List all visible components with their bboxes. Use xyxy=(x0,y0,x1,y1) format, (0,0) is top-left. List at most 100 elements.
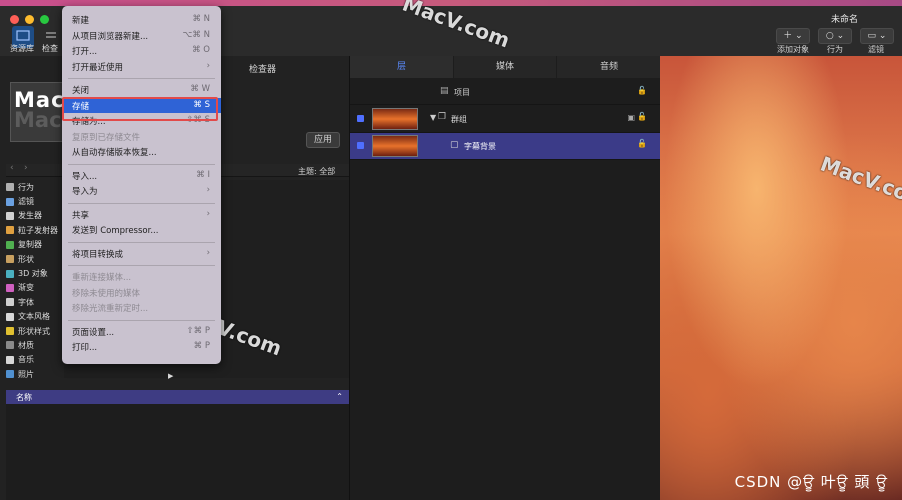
category-icon xyxy=(6,298,14,307)
menu-separator xyxy=(68,78,215,79)
library-category-item[interactable]: 滤镜 xyxy=(6,194,64,208)
library-category-item[interactable]: 照片 xyxy=(6,367,64,381)
menu-item-shortcut: ⌘ I xyxy=(196,169,210,180)
menu-item[interactable]: 打开最近使用 › xyxy=(62,59,221,74)
minimize-window-button[interactable] xyxy=(25,15,34,24)
menu-item[interactable]: 导入... ⌘ I xyxy=(62,168,221,183)
library-category-item[interactable]: 字体 xyxy=(6,295,64,309)
menu-item[interactable]: 页面设置... ⇧⌘ P xyxy=(62,324,221,339)
apply-button[interactable]: 应用 xyxy=(306,132,340,148)
menu-item-label: 打印... xyxy=(72,343,98,353)
library-category-item[interactable]: 发生器 xyxy=(6,209,64,223)
menu-item-shortcut: ⌘ W xyxy=(190,84,210,94)
category-icon xyxy=(6,355,14,364)
menu-item-shortcut: › xyxy=(206,208,210,219)
menu-item[interactable]: 重新连接媒体... xyxy=(62,269,221,284)
library-category-item[interactable]: 复制器 xyxy=(6,238,64,252)
back-icon[interactable]: ‹ xyxy=(10,163,14,173)
menu-item-shortcut: ⇧⌘ P xyxy=(186,325,210,336)
group-options-icon[interactable]: ▣ xyxy=(627,113,635,122)
library-category-item[interactable]: 音乐 xyxy=(6,353,64,367)
name-column-header[interactable]: 名称 ⌃ xyxy=(6,390,349,404)
layer-label: 字幕背景 xyxy=(464,142,496,151)
menu-item[interactable]: 新建 ⌘ N xyxy=(62,12,221,27)
menu-item[interactable]: 发送到 Compressor... xyxy=(62,222,221,237)
menu-item[interactable]: 打印... ⌘ P xyxy=(62,339,221,354)
library-category-list: 行为 滤镜发生器粒子发射器 复制器形状 3D 对象渐变字体文本风格形状样式材质音乐照片 xyxy=(6,180,64,381)
category-label: 形状 xyxy=(18,254,34,264)
theme-filter[interactable]: 主题: 全部 xyxy=(298,166,335,177)
category-label: 发生器 xyxy=(18,211,42,221)
tab-inspector[interactable]: 检查器 xyxy=(249,62,276,75)
behavior-button[interactable]: ○ ⌄ xyxy=(818,28,852,44)
project-row[interactable]: ▤ 项目 🔓 xyxy=(350,80,661,105)
library-category-item[interactable]: 材质 xyxy=(6,338,64,352)
category-icon xyxy=(6,327,14,336)
library-category-item[interactable]: 形状 xyxy=(6,252,64,266)
menu-item[interactable]: 共享 › xyxy=(62,207,221,222)
category-icon xyxy=(6,240,14,249)
file-menu: 新建 ⌘ N 从项目浏览器新建... ⌥⌘ N 打开... ⌘ O 打开最近使用 › 关闭 ⌘ W… xyxy=(62,6,221,364)
credit-watermark: CSDN @ਊ 叶ਊ 頭 ਊ xyxy=(734,473,888,491)
lock-icon[interactable]: 🔓 xyxy=(637,139,647,148)
name-list xyxy=(6,404,349,500)
group-row[interactable]: ▼ ❐ 群组 ▣ 🔓 xyxy=(350,106,661,133)
layer-row-selected[interactable]: ▢ 字幕背景 🔓 xyxy=(350,133,661,160)
canvas-viewer[interactable]: CSDN @ਊ 叶ਊ 頭 ਊ xyxy=(660,56,902,500)
menu-item[interactable]: 导入为 › xyxy=(62,183,221,198)
text-layer-icon: ▢ xyxy=(450,140,459,150)
menu-item[interactable]: 移除光流重新定时... xyxy=(62,300,221,315)
filter-button[interactable]: ▭ ⌄ xyxy=(860,28,894,44)
menu-item-shortcut: › xyxy=(206,247,210,258)
library-category-item[interactable]: 行为 xyxy=(6,180,64,194)
menu-item[interactable]: 打开... ⌘ O xyxy=(62,43,221,58)
library-category-item[interactable]: 渐变 xyxy=(6,281,64,295)
save-highlight-outline xyxy=(62,97,218,121)
menu-item[interactable]: 移除未使用的媒体 xyxy=(62,285,221,300)
lock-icon[interactable]: 🔓 xyxy=(637,112,647,121)
menu-item[interactable]: 将项目转换成 › xyxy=(62,246,221,261)
menu-item[interactable]: 复原到已存储文件 xyxy=(62,129,221,144)
menu-item-label: 复原到已存储文件 xyxy=(72,132,141,143)
menu-item-shortcut: ⌘ N xyxy=(192,14,210,24)
category-label: 形状样式 xyxy=(18,326,50,336)
tab-audio[interactable]: 音频 xyxy=(557,56,661,78)
close-window-button[interactable] xyxy=(10,15,19,24)
library-category-item[interactable]: 形状样式 xyxy=(6,324,64,338)
menu-item-shortcut: ⌥⌘ N xyxy=(182,29,210,40)
disclosure-triangle-icon[interactable]: ▼ xyxy=(430,113,436,122)
group-icon: ❐ xyxy=(438,112,447,122)
category-label: 渐变 xyxy=(18,283,34,293)
category-label: 音乐 xyxy=(18,355,34,365)
category-icon xyxy=(6,183,14,192)
layer-visibility-checkbox[interactable] xyxy=(357,142,364,149)
tab-media[interactable]: 媒体 xyxy=(454,56,556,78)
category-label: 3D 对象 xyxy=(18,269,48,279)
menu-item-label: 关闭 xyxy=(72,86,90,96)
lock-icon[interactable]: 🔓 xyxy=(637,86,647,95)
category-icon xyxy=(6,211,14,220)
menu-item-label: 移除未使用的媒体 xyxy=(72,288,141,299)
menu-item-shortcut: › xyxy=(206,60,210,71)
forward-icon[interactable]: › xyxy=(24,163,28,173)
category-label: 文本风格 xyxy=(18,312,50,322)
library-category-item[interactable]: 粒子发射器 xyxy=(6,223,64,237)
library-category-item[interactable]: 文本风格 xyxy=(6,310,64,324)
play-icon[interactable]: ▶ xyxy=(168,372,173,380)
library-category-item[interactable]: 3D 对象 xyxy=(6,266,64,280)
layers-panel: 层 媒体 音频 ▤ 项目 🔓 ▼ ❐ 群组 ▣ 🔓 ▢ 字幕背景 🔓 xyxy=(349,56,661,500)
zoom-window-button[interactable] xyxy=(40,15,49,24)
menu-item-label: 发送到 Compressor... xyxy=(72,226,159,236)
category-icon xyxy=(6,197,14,206)
menu-item-label: 从自动存储版本恢复... xyxy=(72,148,157,158)
group-visibility-checkbox[interactable] xyxy=(357,115,364,122)
category-icon xyxy=(6,226,14,235)
menu-item[interactable]: 从项目浏览器新建... ⌥⌘ N xyxy=(62,28,221,43)
add-object-button[interactable]: ＋ ⌄ xyxy=(776,28,810,44)
menu-item-label: 导入... xyxy=(72,171,98,182)
menu-item-label: 从项目浏览器新建... xyxy=(72,31,149,42)
category-label: 材质 xyxy=(18,340,34,350)
menu-item[interactable]: 关闭 ⌘ W xyxy=(62,82,221,97)
menu-item[interactable]: 从自动存储版本恢复... xyxy=(62,144,221,159)
tab-layers[interactable]: 层 xyxy=(350,56,453,78)
